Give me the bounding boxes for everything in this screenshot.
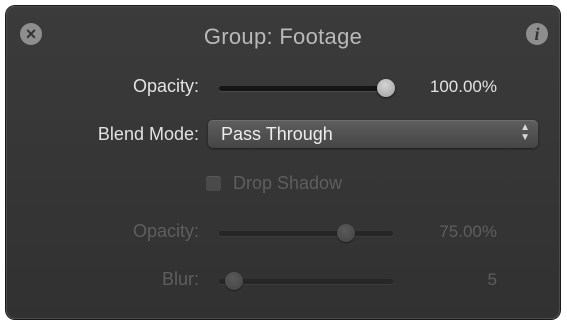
shadow-opacity-slider-knob[interactable]	[337, 224, 355, 242]
hud-title: Group: Footage	[203, 24, 363, 49]
opacity-slider-knob[interactable]	[377, 79, 395, 97]
info-icon[interactable]: i	[526, 23, 548, 45]
opacity-value[interactable]: 100.00%	[430, 77, 497, 97]
blend-mode-selected: Pass Through	[221, 124, 333, 144]
opacity-label: Opacity:	[132, 76, 199, 96]
blend-mode-popup[interactable]: Pass Through ▲ ▼	[208, 120, 538, 148]
blur-slider-knob[interactable]	[225, 272, 243, 290]
blur-value[interactable]: 5	[488, 270, 497, 290]
shadow-opacity-value[interactable]: 75.00%	[439, 222, 497, 242]
blur-label: Blur:	[161, 269, 199, 289]
up-down-arrows-icon: ▲ ▼	[520, 122, 530, 143]
inspector-hud: × Group: Footage i Opacity: 100.00% Blen…	[6, 6, 560, 319]
blend-mode-label: Blend Mode:	[97, 124, 199, 144]
drop-shadow-label: Drop Shadow	[233, 173, 343, 193]
opacity-slider-track[interactable]	[219, 86, 393, 91]
drop-shadow-checkbox[interactable]	[206, 176, 221, 191]
shadow-opacity-label: Opacity:	[132, 221, 199, 241]
blur-slider-track[interactable]	[219, 279, 393, 284]
shadow-opacity-slider-track[interactable]	[219, 231, 393, 236]
